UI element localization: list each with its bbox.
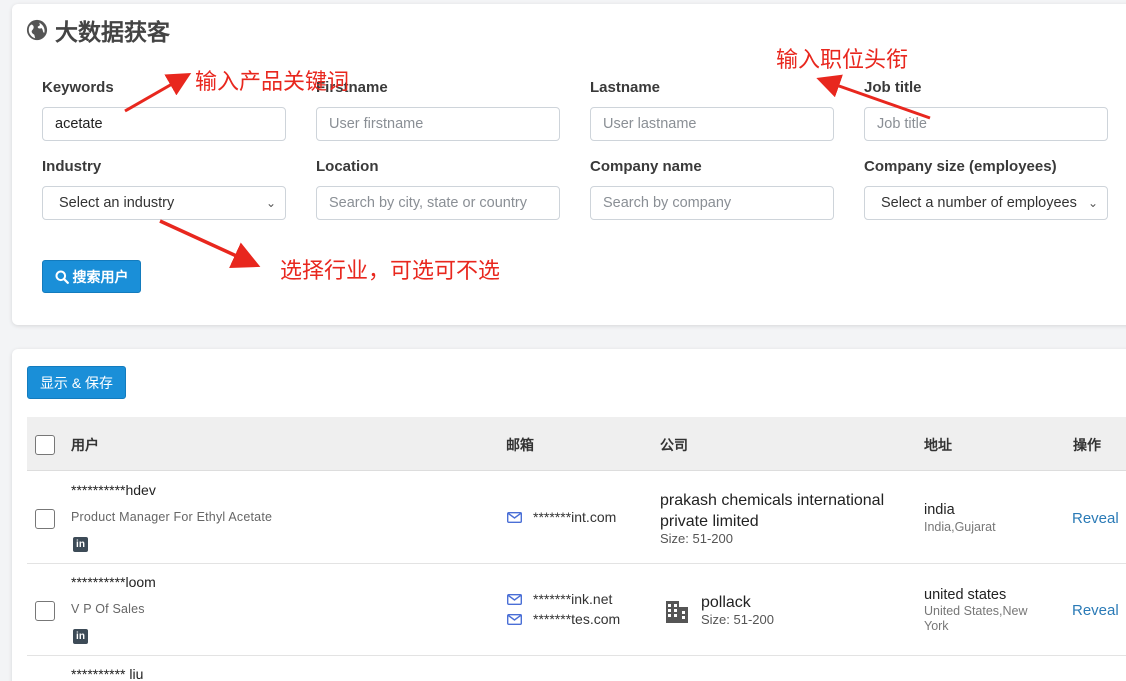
column-header-address: 地址 [924, 437, 952, 453]
user-title: V P Of Sales [71, 602, 145, 616]
row-divider [27, 655, 1126, 656]
company-name: pollack [701, 594, 751, 611]
address-country: united states [924, 587, 1007, 603]
reveal-link[interactable]: Reveal [1072, 510, 1119, 527]
row-checkbox[interactable] [35, 601, 55, 621]
table-header [27, 417, 1126, 471]
address-region: United States,New York [924, 604, 1028, 633]
email-text: *******ink.net [533, 591, 613, 607]
reveal-link[interactable]: Reveal [1072, 602, 1119, 619]
user-name: **********loom [71, 574, 156, 590]
linkedin-icon[interactable]: in [73, 629, 88, 644]
building-icon [666, 601, 688, 623]
email-item: *******ink.net [507, 591, 612, 607]
address-region: India,Gujarat [924, 520, 996, 534]
email-item: *******int.com [507, 509, 616, 525]
job-title-arrow [816, 74, 931, 120]
mail-icon [507, 613, 522, 625]
select-all-checkbox[interactable] [35, 435, 55, 455]
linkedin-icon[interactable]: in [73, 537, 88, 552]
column-header-company: 公司 [660, 437, 688, 453]
user-name: ********** liu [71, 666, 144, 681]
email-item: *******tes.com [507, 611, 620, 627]
email-text: *******int.com [533, 509, 617, 525]
show-save-button[interactable]: 显示 & 保存 [27, 366, 126, 399]
mail-icon [507, 593, 522, 605]
keywords-arrow [124, 73, 192, 113]
company-size: Size: 51-200 [701, 612, 774, 627]
company-size: Size: 51-200 [660, 531, 733, 546]
row-checkbox[interactable] [35, 509, 55, 529]
column-header-action: 操作 [1073, 437, 1101, 453]
job-title-annotation: 输入职位头衔 [776, 47, 909, 72]
company-name: prakash chemicals international private … [660, 492, 885, 530]
address-country: india [924, 502, 955, 518]
industry-annotation: 选择行业，可选可不选 [280, 258, 501, 283]
user-name: **********hdev [71, 482, 156, 498]
row-divider [27, 563, 1126, 564]
mail-icon [507, 511, 522, 523]
column-header-email: 邮箱 [506, 437, 534, 453]
column-header-user: 用户 [71, 437, 99, 453]
keywords-annotation: 输入产品关键词 [195, 69, 350, 94]
user-title: Product Manager For Ethyl Acetate [71, 510, 273, 524]
industry-arrow [159, 219, 261, 268]
email-text: *******tes.com [533, 611, 621, 627]
